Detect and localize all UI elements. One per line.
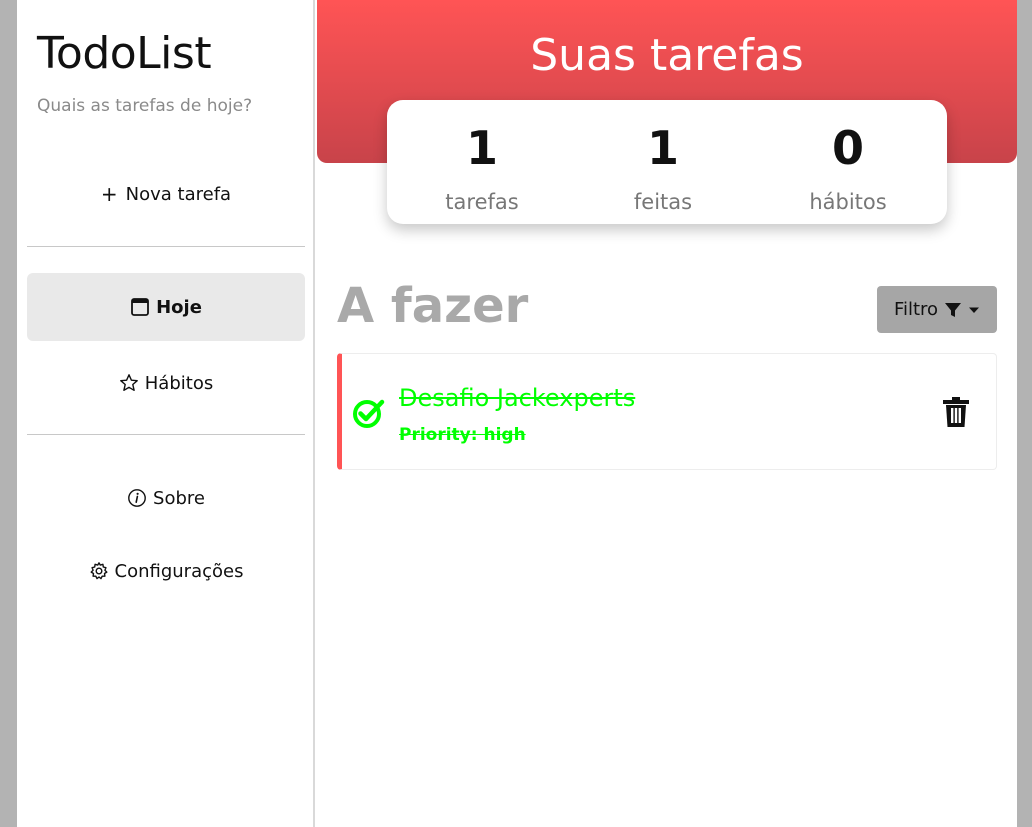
page-title: Suas tarefas: [530, 30, 804, 81]
stat-feitas: 1 feitas: [583, 118, 743, 214]
task-priority: Priority: high: [399, 425, 526, 445]
new-task-label: Nova tarefa: [125, 183, 232, 205]
sidebar-item-habitos[interactable]: Hábitos: [27, 349, 305, 417]
sidebar-item-sobre[interactable]: Sobre: [27, 464, 305, 532]
sidebar-item-label: Configurações: [114, 560, 244, 582]
app-title: TodoList: [37, 28, 212, 79]
stat-value: 1: [465, 121, 498, 175]
stat-habitos: 0 hábitos: [768, 118, 928, 214]
sidebar-item-configuracoes[interactable]: Configurações: [27, 537, 305, 605]
sidebar-item-hoje[interactable]: Hoje: [27, 273, 305, 341]
stat-label: feitas: [633, 190, 693, 214]
sidebar-item-label: Hábitos: [144, 372, 214, 394]
filter-label: Filtro: [893, 299, 939, 320]
sidebar-item-label: Hoje: [156, 296, 202, 318]
sidebar: TodoList Quais as tarefas de hoje? + Nov…: [17, 0, 315, 827]
trash-icon[interactable]: [943, 397, 969, 427]
stats-card: 1 tarefas 1 feitas 0 hábitos: [387, 100, 947, 224]
calendar-icon: [131, 298, 149, 316]
stat-label: hábitos: [809, 190, 887, 214]
star-icon: [119, 374, 138, 391]
stat-value: 1: [646, 121, 679, 175]
app-window: TodoList Quais as tarefas de hoje? + Nov…: [17, 0, 1017, 827]
stat-tarefas: 1 tarefas: [402, 118, 562, 214]
info-icon: [128, 489, 146, 507]
task-title: Desafio Jackexperts: [399, 384, 636, 412]
task-item: Desafio Jackexperts Priority: high: [337, 353, 997, 470]
sidebar-divider: [27, 434, 305, 435]
stat-value: 0: [831, 121, 864, 175]
new-task-button[interactable]: + Nova tarefa: [27, 176, 305, 212]
plus-icon: +: [100, 182, 118, 206]
filter-button[interactable]: Filtro: [877, 286, 997, 333]
check-circle-icon[interactable]: [352, 396, 386, 430]
section-title: A fazer: [337, 278, 529, 334]
sidebar-divider: [27, 246, 305, 247]
gear-icon: [90, 562, 108, 580]
sidebar-item-label: Sobre: [153, 487, 205, 509]
chevron-down-icon: [969, 307, 980, 313]
filter-icon: [945, 302, 962, 317]
app-subtitle: Quais as tarefas de hoje?: [37, 96, 253, 116]
stat-label: tarefas: [445, 190, 519, 214]
